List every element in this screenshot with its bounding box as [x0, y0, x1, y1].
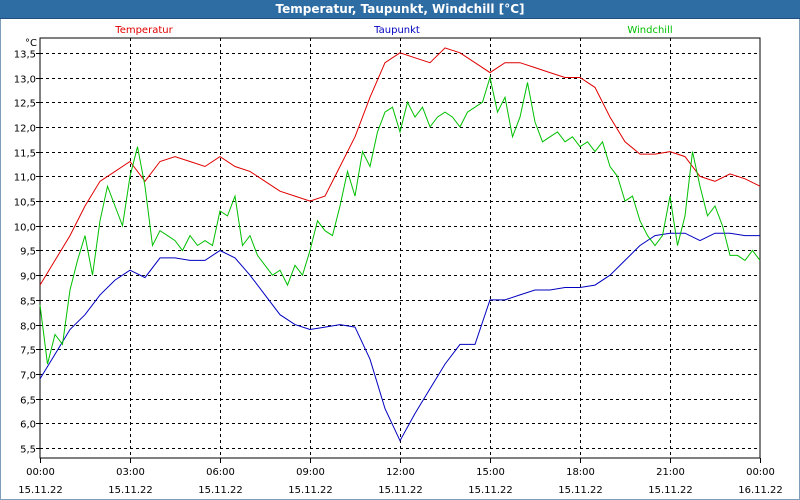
x-tick-date-label: 15.11.22 [18, 485, 63, 496]
x-tick-time-label: 21:00 [656, 467, 685, 478]
x-tick-time-label: 09:00 [296, 467, 325, 478]
x-tick-time-label: 18:00 [566, 467, 595, 478]
x-tick-date-label: 15.11.22 [558, 485, 603, 496]
x-tick-time-label: 00:00 [26, 467, 55, 478]
y-tick-label: 9,0 [20, 272, 36, 283]
x-tick-time-label: 15:00 [476, 467, 505, 478]
x-tick-date-label: 15.11.22 [288, 485, 333, 496]
y-tick-label: 10,5 [14, 198, 36, 209]
x-tick-time-label: 12:00 [386, 467, 415, 478]
x-tick-date-label: 16.11.22 [738, 485, 783, 496]
y-tick-label: 13,0 [14, 75, 36, 86]
x-tick-date-label: 15.11.22 [648, 485, 693, 496]
y-tick-label: 7,5 [20, 346, 36, 357]
legend-entry-temperatur: Temperatur [114, 25, 173, 36]
y-tick-label: 12,5 [14, 99, 36, 110]
y-tick-label: 13,5 [14, 50, 36, 61]
x-tick-date-label: 15.11.22 [198, 485, 243, 496]
x-tick-time-label: 00:00 [746, 467, 775, 478]
y-tick-label: 11,5 [14, 149, 36, 160]
line-chart: 5,5 6,0 6,5 7,0 7,5 8,0 8,5 9,0 9,5 10,0 10,5 11,0 1… [14, 25, 783, 496]
x-tick-date-label: 15.11.22 [108, 485, 153, 496]
x-tick-date-label: 15.11.22 [468, 485, 513, 496]
y-tick-label: 6,0 [20, 420, 36, 431]
x-tick-date-label: 15.11.22 [378, 485, 423, 496]
y-tick-label: 5,5 [20, 445, 36, 456]
y-tick-label: 10,0 [14, 223, 36, 234]
x-tick-time-label: 06:00 [206, 467, 235, 478]
y-tick-label: 8,0 [20, 322, 36, 333]
y-tick-label: 12,0 [14, 124, 36, 135]
y-unit-label: °C [25, 38, 37, 49]
y-tick-label: 6,5 [20, 396, 36, 407]
y-tick-label: 8,5 [20, 297, 36, 308]
y-tick-label: 11,0 [14, 173, 36, 184]
x-tick-time-label: 03:00 [116, 467, 145, 478]
legend-entry-windchill: Windchill [627, 25, 672, 36]
y-tick-label: 9,5 [20, 247, 36, 258]
legend-entry-taupunkt: Taupunkt [373, 25, 420, 36]
y-tick-label: 7,0 [20, 371, 36, 382]
